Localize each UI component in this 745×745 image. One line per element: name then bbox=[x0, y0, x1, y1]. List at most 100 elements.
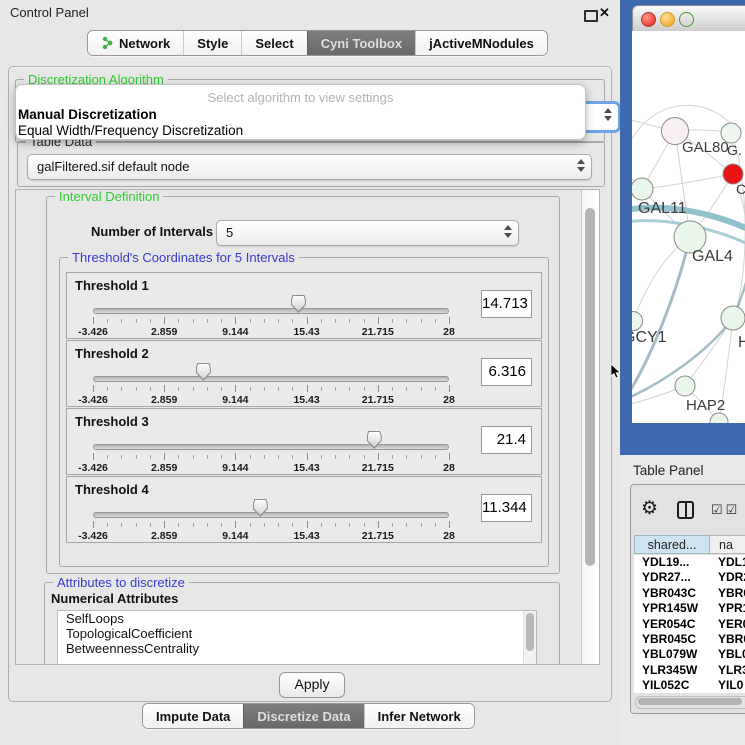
node-label-h: H bbox=[738, 334, 745, 351]
cell-shared-name[interactable]: YDR27... bbox=[634, 570, 710, 585]
scrollbar-thumb[interactable] bbox=[638, 698, 742, 705]
column-header-shared-name[interactable]: shared... bbox=[634, 535, 710, 554]
settings-scrollpane: Interval Definition Number of Intervals … bbox=[15, 189, 600, 665]
table-row[interactable]: YDL19...YDL1 bbox=[634, 555, 745, 570]
cell-name[interactable]: YER0 bbox=[710, 617, 745, 632]
tab-label: Infer Network bbox=[378, 709, 461, 724]
float-window-icon[interactable] bbox=[584, 10, 598, 22]
column-header-name[interactable]: na bbox=[710, 535, 745, 554]
threshold-value-field[interactable]: 14.713 bbox=[481, 290, 532, 318]
network-node[interactable] bbox=[675, 376, 695, 396]
tab-infer-network[interactable]: Infer Network bbox=[364, 704, 474, 728]
control-panel: Control Panel ✕ NetworkStyleSelectCyni T… bbox=[0, 0, 618, 745]
threshold-slider[interactable]: -3.4262.8599.14415.4321.71528 bbox=[93, 499, 449, 541]
threshold-panel-2: Threshold 2-3.4262.8599.14415.4321.71528… bbox=[66, 340, 542, 407]
top-tab-bar: NetworkStyleSelectCyni ToolboxjActiveMNo… bbox=[87, 30, 548, 56]
threshold-slider[interactable]: -3.4262.8599.14415.4321.71528 bbox=[93, 363, 449, 405]
attribute-item-betweennesscentrality[interactable]: BetweennessCentrality bbox=[58, 641, 536, 656]
threshold-value-field[interactable]: 11.344 bbox=[481, 494, 532, 522]
settings-vertical-scrollbar[interactable] bbox=[581, 190, 599, 664]
node-label-gal80: GAL80 bbox=[682, 139, 729, 156]
table-row[interactable]: YIL052CYIL0 bbox=[634, 678, 745, 693]
close-icon[interactable]: ✕ bbox=[599, 5, 610, 21]
cell-name[interactable]: YLR3 bbox=[710, 663, 745, 678]
threshold-value-field[interactable]: 21.4 bbox=[481, 426, 532, 454]
tab-cyni-toolbox[interactable]: Cyni Toolbox bbox=[307, 31, 415, 55]
cell-shared-name[interactable]: YBR043C bbox=[634, 586, 710, 601]
table-data-combo[interactable]: galFiltered.sif default node bbox=[27, 154, 592, 180]
maximize-traffic-light-icon[interactable] bbox=[679, 12, 694, 27]
algorithm-option-equal-width-frequency-discretization[interactable]: Equal Width/Frequency Discretization bbox=[18, 123, 243, 138]
interval-definition-group: Interval Definition Number of Intervals … bbox=[46, 196, 560, 574]
column-split-icon[interactable] bbox=[677, 501, 694, 519]
table-row[interactable]: YPR145WYPR1 bbox=[634, 601, 745, 616]
num-intervals-combo[interactable]: 5 bbox=[216, 220, 519, 246]
cell-shared-name[interactable]: YIL052C bbox=[634, 678, 710, 693]
thresholds-group: Threshold's Coordinates for 5 Intervals … bbox=[59, 257, 549, 567]
attribute-item-selfloops[interactable]: SelfLoops bbox=[58, 611, 536, 626]
tab-discretize-data[interactable]: Discretize Data bbox=[243, 704, 363, 728]
network-canvas[interactable]: GAL80G.CGAL11GAL4GCY1HHAP2 bbox=[632, 31, 745, 423]
slider-ticks bbox=[93, 385, 449, 393]
mouse-cursor bbox=[611, 364, 622, 379]
cell-shared-name[interactable]: YBL079W bbox=[634, 647, 710, 662]
cell-shared-name[interactable]: YDL19... bbox=[634, 555, 710, 570]
slider-track[interactable] bbox=[93, 444, 449, 450]
tab-select[interactable]: Select bbox=[241, 31, 306, 55]
cell-shared-name[interactable]: YPR145W bbox=[634, 601, 710, 616]
table-browser-frame: ⚙ ☑☑ shared... na YDL19...YDL1YDR27...YD… bbox=[630, 484, 745, 714]
algorithm-option-manual-discretization[interactable]: Manual Discretization bbox=[18, 107, 157, 122]
close-traffic-light-icon[interactable] bbox=[641, 12, 656, 27]
cell-name[interactable]: YIL0 bbox=[710, 678, 745, 693]
node-label-gcy1: GCY1 bbox=[632, 329, 667, 346]
network-node[interactable] bbox=[632, 312, 643, 331]
network-window-titlebar[interactable] bbox=[632, 5, 745, 33]
table-horizontal-scrollbar[interactable] bbox=[635, 696, 745, 709]
attributes-group: Attributes to discretize Numerical Attri… bbox=[44, 582, 560, 665]
network-edge[interactable] bbox=[642, 174, 733, 189]
table-row[interactable]: YLR345WYLR3 bbox=[634, 663, 745, 678]
attribute-item-topologicalcoefficient[interactable]: TopologicalCoefficient bbox=[58, 626, 536, 641]
table-row[interactable]: YBR043CYBR0 bbox=[634, 586, 745, 601]
slider-tick-labels: -3.4262.8599.14415.4321.71528 bbox=[93, 530, 449, 542]
table-row[interactable]: YER054CYER0 bbox=[634, 617, 745, 632]
cell-shared-name[interactable]: YER054C bbox=[634, 617, 710, 632]
network-node[interactable] bbox=[721, 306, 745, 330]
tab-impute-data[interactable]: Impute Data bbox=[143, 704, 243, 728]
cell-name[interactable]: YBR0 bbox=[710, 632, 745, 647]
network-node[interactable] bbox=[632, 178, 653, 200]
minimize-traffic-light-icon[interactable] bbox=[660, 12, 675, 27]
cell-name[interactable]: YDL1 bbox=[710, 555, 745, 570]
cell-shared-name[interactable]: YLR345W bbox=[634, 663, 710, 678]
tab-network[interactable]: Network bbox=[88, 31, 183, 55]
threshold-slider[interactable]: -3.4262.8599.14415.4321.71528 bbox=[93, 431, 449, 473]
table-row[interactable]: YBR045CYBR0 bbox=[634, 632, 745, 647]
attributes-list[interactable]: SelfLoopsTopologicalCoefficientBetweenne… bbox=[57, 610, 537, 665]
cell-name[interactable]: YBR0 bbox=[710, 586, 745, 601]
slider-track[interactable] bbox=[93, 512, 449, 518]
slider-track[interactable] bbox=[93, 376, 449, 382]
checkbox-icons[interactable]: ☑☑ bbox=[711, 502, 740, 518]
slider-track[interactable] bbox=[93, 308, 449, 314]
table-rows: YDL19...YDL1YDR27...YDR2YBR043CYBR0YPR14… bbox=[634, 555, 745, 693]
cell-name[interactable]: YDR2 bbox=[710, 570, 745, 585]
scrollbar-thumb[interactable] bbox=[585, 208, 595, 566]
gear-icon[interactable]: ⚙ bbox=[641, 499, 658, 518]
slider-tick-labels: -3.4262.8599.14415.4321.71528 bbox=[93, 462, 449, 474]
interval-group-title: Interval Definition bbox=[55, 189, 163, 204]
num-intervals-value: 5 bbox=[226, 225, 233, 240]
table-header-row: shared... na bbox=[634, 535, 745, 554]
threshold-slider[interactable]: -3.4262.8599.14415.4321.71528 bbox=[93, 295, 449, 337]
table-row[interactable]: YDR27...YDR2 bbox=[634, 570, 745, 585]
tab-style[interactable]: Style bbox=[183, 31, 241, 55]
threshold-label: Threshold 4 bbox=[75, 482, 149, 497]
tab-jactivemnodules[interactable]: jActiveMNodules bbox=[415, 31, 547, 55]
table-row[interactable]: YBL079WYBL0 bbox=[634, 647, 745, 662]
cell-name[interactable]: YBL0 bbox=[710, 647, 745, 662]
apply-button[interactable]: Apply bbox=[279, 672, 345, 698]
attributes-list-scrollbar[interactable] bbox=[523, 611, 536, 665]
cell-name[interactable]: YPR1 bbox=[710, 601, 745, 616]
table-panel-title: Table Panel bbox=[633, 463, 704, 478]
cell-shared-name[interactable]: YBR045C bbox=[634, 632, 710, 647]
threshold-value-field[interactable]: 6.316 bbox=[481, 358, 532, 386]
